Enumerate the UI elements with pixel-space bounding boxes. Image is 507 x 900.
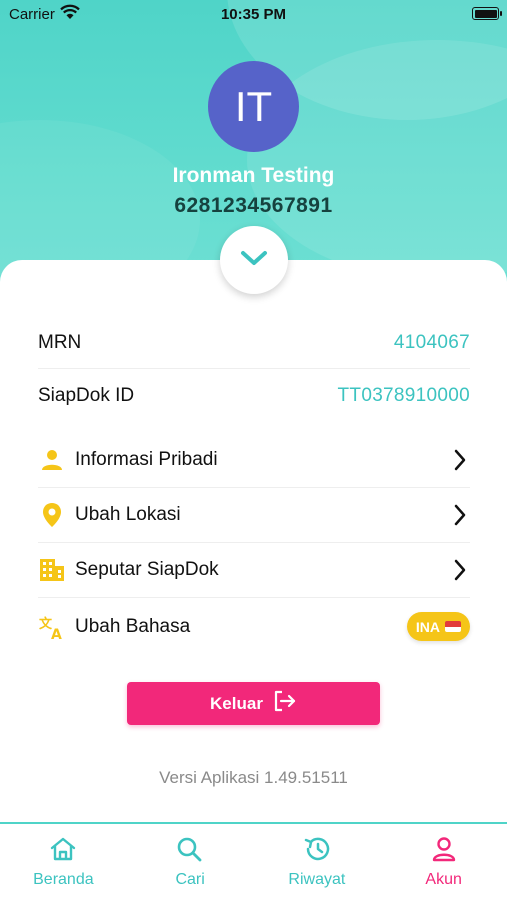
home-icon	[49, 836, 77, 867]
tab-account[interactable]: Akun	[380, 824, 507, 900]
language-badge[interactable]: INA	[406, 612, 470, 641]
logout-button[interactable]: Keluar	[127, 682, 380, 725]
siapdok-id-value: TT0378910000	[337, 384, 470, 406]
avatar: IT	[208, 61, 299, 152]
tab-label: Akun	[425, 871, 462, 888]
menu-label: Informasi Pribadi	[75, 449, 218, 470]
tab-label: Beranda	[33, 871, 94, 888]
user-icon	[430, 836, 458, 867]
chevron-right-icon	[450, 503, 470, 527]
menu-label: Ubah Lokasi	[75, 504, 181, 525]
language-code: INA	[415, 618, 440, 635]
menu-item-personal-info[interactable]: Informasi Pribadi	[38, 433, 470, 488]
person-icon	[38, 446, 66, 474]
tab-home[interactable]: Beranda	[0, 824, 127, 900]
user-phone: 6281234567891	[174, 194, 333, 217]
chevron-right-icon	[450, 448, 470, 472]
tab-label: Riwayat	[288, 871, 346, 888]
location-pin-icon	[38, 501, 66, 529]
menu-item-about-siapdok[interactable]: Seputar SiapDok	[38, 543, 470, 598]
clock: 10:35 PM	[220, 6, 287, 23]
siapdok-id-label: SiapDok ID	[38, 384, 135, 406]
siapdok-id-row: SiapDok ID TT0378910000	[38, 370, 470, 421]
history-icon	[303, 836, 331, 867]
search-icon	[176, 836, 204, 867]
status-bar: Carrier 10:35 PM	[0, 0, 507, 28]
tab-label: Cari	[175, 871, 205, 888]
collapse-toggle-button[interactable]	[220, 226, 288, 294]
svg-text:A: A	[51, 627, 62, 640]
menu-item-change-language[interactable]: 文A Ubah Bahasa INA	[38, 599, 470, 654]
building-icon	[38, 556, 66, 584]
mrn-row: MRN 4104067	[38, 318, 470, 369]
mrn-value: 4104067	[393, 332, 470, 353]
tab-history[interactable]: Riwayat	[254, 824, 381, 900]
menu-label: Ubah Bahasa	[75, 615, 191, 637]
user-name: Ironman Testing	[172, 164, 335, 187]
tab-search[interactable]: Cari	[127, 824, 254, 900]
translate-icon: 文A	[38, 613, 66, 641]
menu-label: Seputar SiapDok	[75, 559, 219, 580]
battery-icon	[472, 7, 502, 20]
app-version: Versi Aplikasi 1.49.51511	[159, 768, 348, 787]
menu-item-change-location[interactable]: Ubah Lokasi	[38, 488, 470, 543]
logout-icon	[273, 690, 297, 717]
bottom-tab-bar: Beranda Cari Riwayat Akun	[0, 822, 507, 900]
chevron-down-icon	[239, 249, 269, 272]
chevron-right-icon	[450, 558, 470, 582]
indonesia-flag-icon	[445, 621, 461, 632]
logout-label: Keluar	[210, 693, 263, 713]
mrn-label: MRN	[38, 332, 82, 353]
